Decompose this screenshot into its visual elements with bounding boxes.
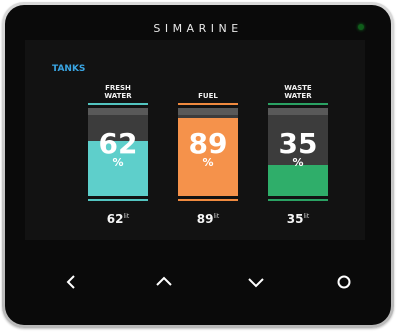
section-title: TANKS	[52, 64, 86, 74]
tank-fresh-water: FRESH WATER 62 %	[88, 74, 148, 201]
tank-volume-waste-water: 35lit	[268, 212, 328, 226]
tank-top-line	[268, 103, 328, 105]
tank-percentage: 35	[278, 127, 318, 160]
volume-value: 35	[286, 212, 304, 226]
volume-unit: lit	[303, 213, 310, 220]
tank-gauge: 62 %	[88, 108, 148, 196]
circle-icon	[337, 275, 351, 289]
tank-percent-unit: %	[112, 156, 124, 169]
tank-percent-unit: %	[292, 156, 304, 169]
tank-highlight	[178, 108, 238, 115]
volume-value: 62	[106, 212, 124, 226]
tank-bottom-line	[88, 199, 148, 201]
up-button[interactable]	[152, 270, 176, 294]
tank-percent-unit: %	[202, 156, 214, 169]
tank-highlight	[88, 108, 148, 115]
tank-percentage: 89	[188, 127, 228, 160]
tank-label: WASTE WATER	[284, 84, 312, 100]
chevron-down-icon	[248, 278, 264, 288]
chevron-up-icon	[156, 276, 172, 286]
tank-highlight	[268, 108, 328, 115]
tank-fill-level	[268, 165, 328, 196]
tank-gauge: 35 %	[268, 108, 328, 196]
select-button[interactable]	[332, 270, 356, 294]
tank-percentage: 62	[98, 127, 138, 160]
tank-volume-fresh-water: 62lit	[88, 212, 148, 226]
down-button[interactable]	[244, 270, 268, 294]
tank-gauge: 89 %	[178, 108, 238, 196]
tank-bottom-line	[268, 199, 328, 201]
volume-unit: lit	[213, 213, 220, 220]
volume-value: 89	[196, 212, 214, 226]
tank-top-line	[178, 103, 238, 105]
tank-label: FUEL	[198, 92, 218, 100]
back-button[interactable]	[60, 270, 84, 294]
chevron-left-icon	[66, 275, 75, 289]
tank-volume-fuel: 89lit	[178, 212, 238, 226]
tank-top-line	[88, 103, 148, 105]
volume-unit: lit	[123, 213, 130, 220]
tank-bottom-line	[178, 199, 238, 201]
tank-waste-water: WASTE WATER 35 %	[268, 74, 328, 201]
brand-logo: SIMARINE	[153, 22, 243, 35]
tank-label: FRESH WATER	[104, 84, 132, 100]
tank-fuel: FUEL 89 %	[178, 74, 238, 201]
status-led	[358, 24, 364, 30]
